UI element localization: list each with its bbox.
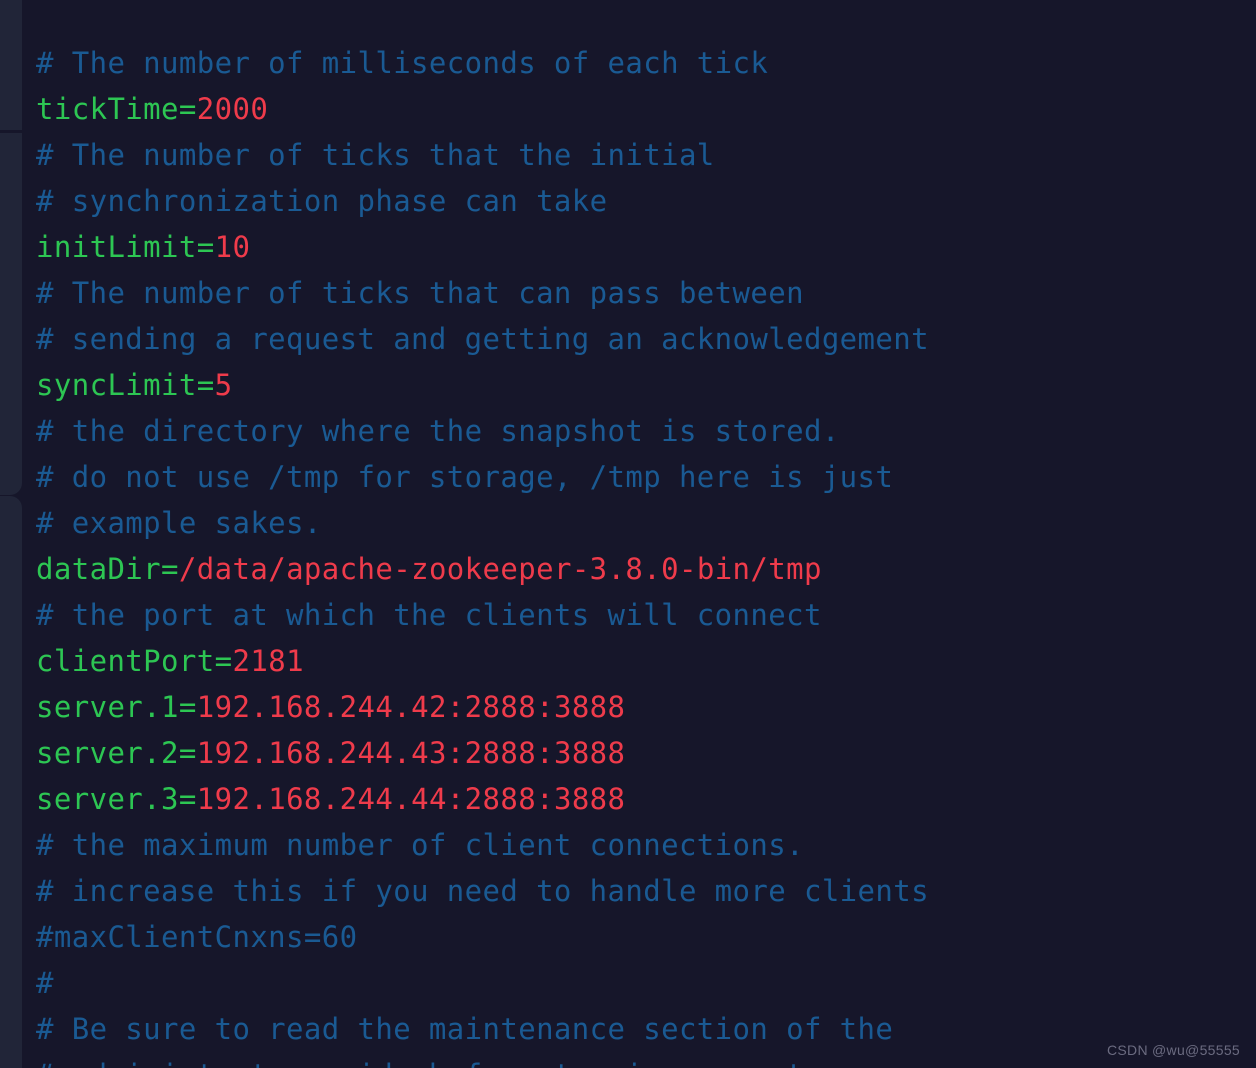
code-line[interactable]: # the port at which the clients will con… xyxy=(36,592,1256,638)
comment-token: # the directory where the snapshot is st… xyxy=(36,414,840,448)
assignment-operator: = xyxy=(196,230,215,264)
comment-token: # the port at which the clients will con… xyxy=(36,598,822,632)
code-line[interactable]: # xyxy=(36,960,1256,1006)
assignment-operator: = xyxy=(178,92,197,126)
gutter-segment-top xyxy=(0,0,22,130)
property-key: server.2 xyxy=(36,736,179,770)
property-value: 5 xyxy=(214,368,233,402)
property-key: server.1 xyxy=(36,690,179,724)
code-line[interactable]: # sending a request and getting an ackno… xyxy=(36,316,1256,362)
property-value: 192.168.244.42:2888:3888 xyxy=(196,690,626,724)
property-key: dataDir xyxy=(36,552,162,586)
assignment-operator: = xyxy=(196,368,215,402)
code-line[interactable]: server.2=192.168.244.43:2888:3888 xyxy=(36,730,1256,776)
code-line[interactable]: # administrator guide before turning on … xyxy=(36,1052,1256,1068)
code-line[interactable]: # the maximum number of client connectio… xyxy=(36,822,1256,868)
code-line[interactable]: # synchronization phase can take xyxy=(36,178,1256,224)
property-key: syncLimit xyxy=(36,368,197,402)
code-line[interactable]: # The number of ticks that the initial xyxy=(36,132,1256,178)
code-line[interactable]: # Be sure to read the maintenance sectio… xyxy=(36,1006,1256,1052)
assignment-operator: = xyxy=(214,644,233,678)
assignment-operator: = xyxy=(178,782,197,816)
code-line[interactable]: # the directory where the snapshot is st… xyxy=(36,408,1256,454)
code-line[interactable]: # The number of milliseconds of each tic… xyxy=(36,40,1256,86)
property-key: server.3 xyxy=(36,782,179,816)
gutter-segment-middle xyxy=(0,133,22,495)
assignment-operator: = xyxy=(161,552,179,586)
assignment-operator: = xyxy=(178,736,197,770)
code-line[interactable]: # increase this if you need to handle mo… xyxy=(36,868,1256,914)
code-line[interactable]: clientPort=2181 xyxy=(36,638,1256,684)
code-line[interactable]: dataDir=/data/apache-zookeeper-3.8.0-bin… xyxy=(36,546,1256,592)
assignment-operator: = xyxy=(178,690,197,724)
code-line[interactable]: #maxClientCnxns=60 xyxy=(36,914,1256,960)
code-line[interactable]: # The number of ticks that can pass betw… xyxy=(36,270,1256,316)
code-pane[interactable]: # The number of milliseconds of each tic… xyxy=(22,0,1256,1068)
comment-token: # administrator guide before turning on … xyxy=(36,1058,929,1068)
comment-token: # increase this if you need to handle mo… xyxy=(36,874,929,908)
property-key: tickTime xyxy=(36,92,179,126)
gutter-segment-bottom xyxy=(0,496,22,1068)
property-value: /data/apache-zookeeper-3.8.0-bin/tmp xyxy=(178,552,822,586)
watermark-label: CSDN @wu@55555 xyxy=(1106,1042,1240,1058)
comment-token: # do not use /tmp for storage, /tmp here… xyxy=(36,460,894,494)
property-value: 192.168.244.43:2888:3888 xyxy=(196,736,626,770)
comment-token: # The number of ticks that the initial xyxy=(36,138,715,172)
property-value: 192.168.244.44:2888:3888 xyxy=(196,782,626,816)
comment-token: # The number of milliseconds of each tic… xyxy=(36,46,769,80)
comment-token: # the maximum number of client connectio… xyxy=(36,828,804,862)
comment-token: # sending a request and getting an ackno… xyxy=(36,322,929,356)
editor-window: # The number of milliseconds of each tic… xyxy=(0,0,1256,1068)
code-line[interactable]: # do not use /tmp for storage, /tmp here… xyxy=(36,454,1256,500)
code-line[interactable]: server.3=192.168.244.44:2888:3888 xyxy=(36,776,1256,822)
editor-gutter[interactable] xyxy=(0,0,22,1068)
comment-token: # The number of ticks that can pass betw… xyxy=(36,276,804,310)
property-key: initLimit xyxy=(36,230,197,264)
comment-token: # example sakes. xyxy=(36,506,322,540)
comment-token: # Be sure to read the maintenance sectio… xyxy=(36,1012,894,1046)
property-value: 2181 xyxy=(232,644,304,678)
comment-token: #maxClientCnxns=60 xyxy=(36,920,358,954)
code-line[interactable]: tickTime=2000 xyxy=(36,86,1256,132)
property-value: 10 xyxy=(214,230,251,264)
code-block[interactable]: # The number of milliseconds of each tic… xyxy=(36,40,1256,1068)
code-line[interactable]: initLimit=10 xyxy=(36,224,1256,270)
comment-token: # xyxy=(36,966,54,1000)
comment-token: # synchronization phase can take xyxy=(36,184,608,218)
code-line[interactable]: # example sakes. xyxy=(36,500,1256,546)
property-value: 2000 xyxy=(196,92,269,126)
code-line[interactable]: server.1=192.168.244.42:2888:3888 xyxy=(36,684,1256,730)
property-key: clientPort xyxy=(36,644,215,678)
code-line[interactable]: syncLimit=5 xyxy=(36,362,1256,408)
